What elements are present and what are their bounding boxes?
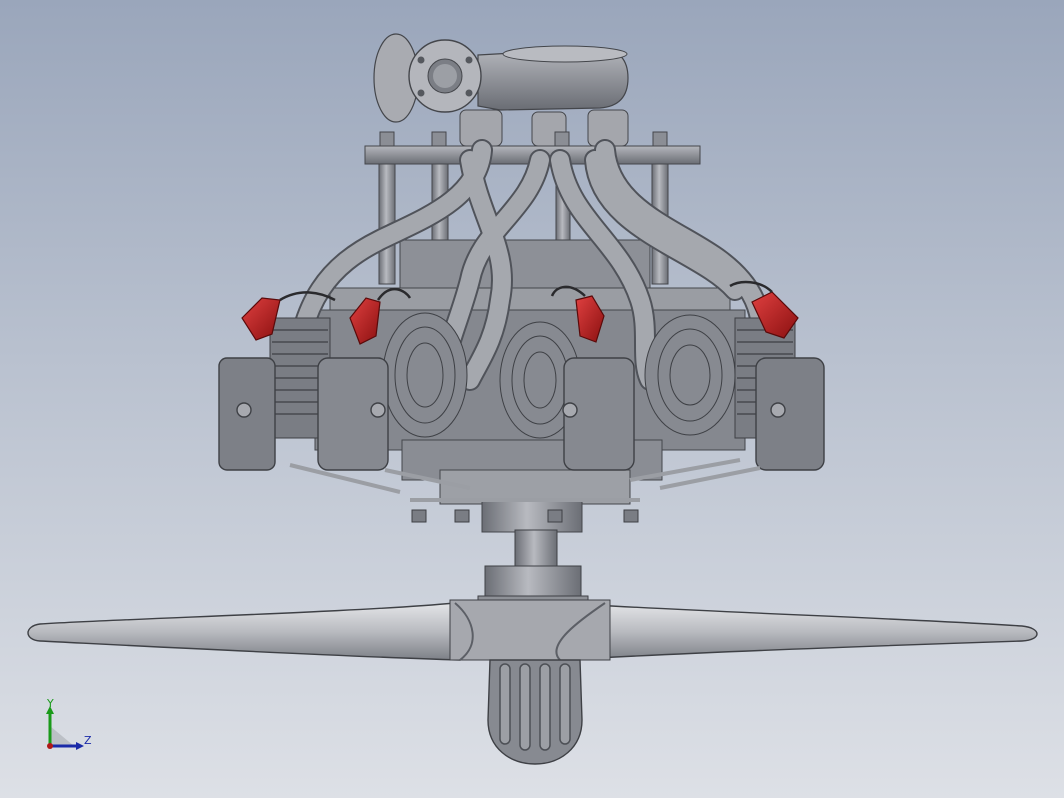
propeller-shaft[interactable] <box>477 529 589 609</box>
y-axis-label: Y <box>47 697 54 710</box>
cylinder-center-left[interactable] <box>382 312 468 438</box>
cylinder-center-right[interactable] <box>644 314 736 436</box>
coordinate-triad: Y Z <box>36 697 100 758</box>
axis-triad-icon <box>46 706 84 750</box>
z-axis-label: Z <box>84 734 92 747</box>
radial-engine-model[interactable] <box>0 0 1064 798</box>
exhaust-collector[interactable] <box>373 33 629 123</box>
propeller[interactable] <box>27 599 1038 661</box>
graphics-viewport[interactable]: Y Z <box>0 0 1064 798</box>
propeller-spinner[interactable] <box>487 659 583 765</box>
